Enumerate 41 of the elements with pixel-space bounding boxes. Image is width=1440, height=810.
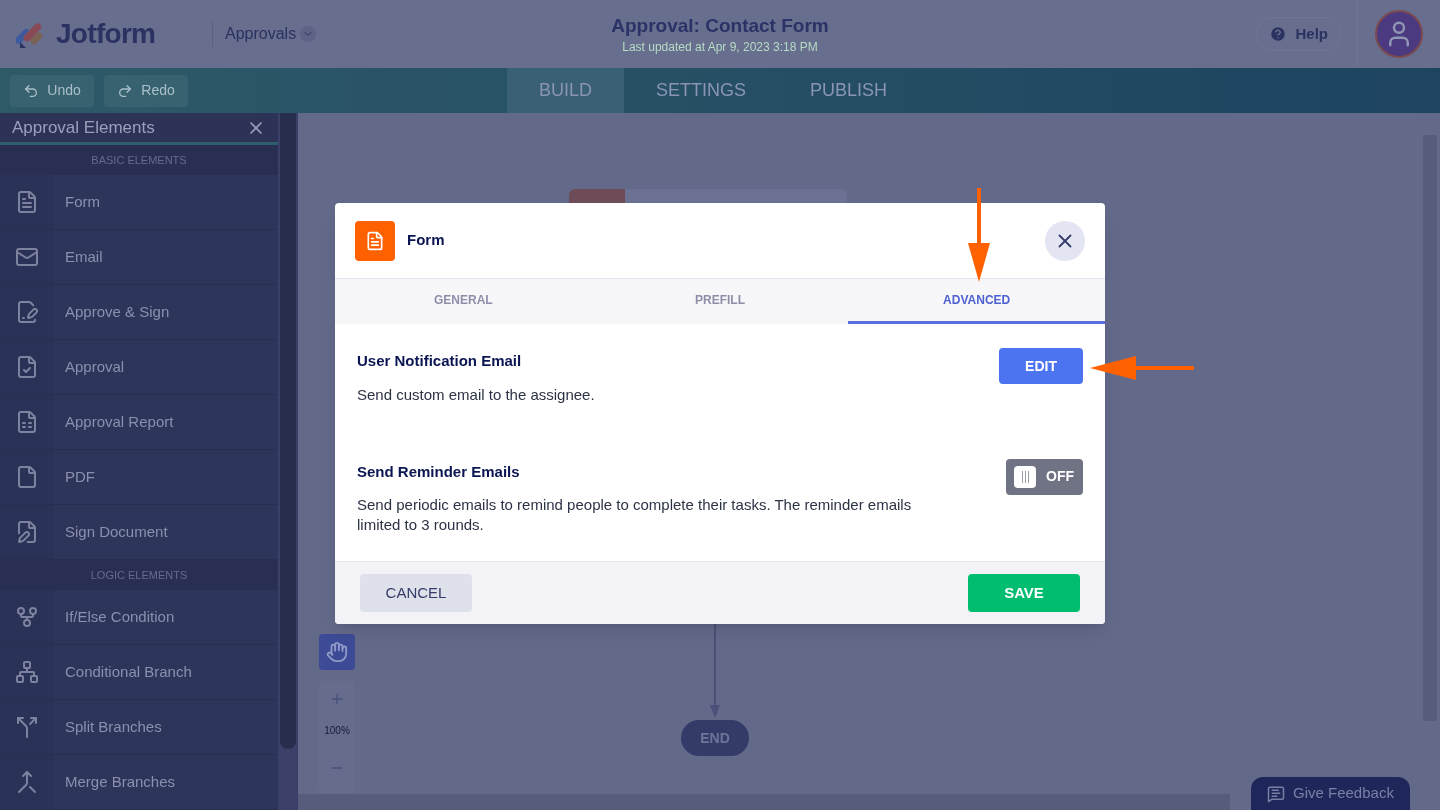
setting-description: Send periodic emails to remind people to complete their tasks. The reminder emails limited to 3 rounds. (357, 495, 913, 535)
hand-icon (326, 641, 348, 663)
dialog-tab[interactable]: PREFILL (591, 279, 849, 324)
setting-title: User Notification Email (357, 351, 523, 371)
section-heading: LOGIC ELEMENTS (90, 567, 188, 583)
section-heading: BASIC ELEMENTS (91, 152, 187, 168)
setting-description: Send custom email to the assignee. (357, 384, 595, 405)
nav-tab[interactable]: SETTINGS (624, 68, 779, 113)
dialog-title: Form (407, 230, 445, 251)
last-updated-text: Last updated at Apr 9, 2023 3:18 PM (622, 38, 818, 56)
cancel-button[interactable]: CANCEL (360, 574, 472, 612)
element-icon (14, 715, 39, 739)
scrollbar-thumb[interactable] (280, 113, 296, 749)
horizontal-scrollbar[interactable] (298, 794, 1230, 810)
panel-title: Approval Elements (12, 116, 155, 139)
hand-tool-button[interactable] (319, 634, 355, 670)
help-icon (1269, 25, 1288, 43)
breadcrumb-dropdown[interactable]: Approvals (225, 22, 317, 46)
element-icon (14, 660, 39, 684)
undo-icon (23, 82, 40, 99)
form-icon (355, 220, 395, 261)
setting-title: Send Reminder Emails (357, 461, 521, 482)
feedback-button[interactable]: Give Feedback (1251, 777, 1410, 810)
feedback-icon (1267, 784, 1285, 803)
zoom-level: 100% (324, 724, 350, 738)
chevron-icon (300, 26, 317, 42)
end-node[interactable]: END (681, 720, 749, 756)
nav-tab[interactable]: PUBLISH (778, 68, 920, 113)
save-button[interactable]: SAVE (968, 574, 1080, 612)
logo-text[interactable]: Jotform (56, 13, 156, 55)
nav-tab[interactable]: BUILD (507, 68, 624, 113)
avatar[interactable] (1375, 10, 1423, 58)
edit-button[interactable]: EDIT (999, 348, 1083, 384)
zoom-in-icon[interactable] (329, 691, 345, 707)
close-button[interactable] (1045, 220, 1085, 261)
redo-icon (117, 82, 134, 99)
element-icon (14, 605, 39, 629)
dialog-tab[interactable]: GENERAL (335, 279, 592, 324)
form-title: Approval: Contact Form (611, 14, 829, 38)
element-icon (14, 245, 39, 269)
toggle-switch[interactable]: OFF (1006, 458, 1083, 495)
